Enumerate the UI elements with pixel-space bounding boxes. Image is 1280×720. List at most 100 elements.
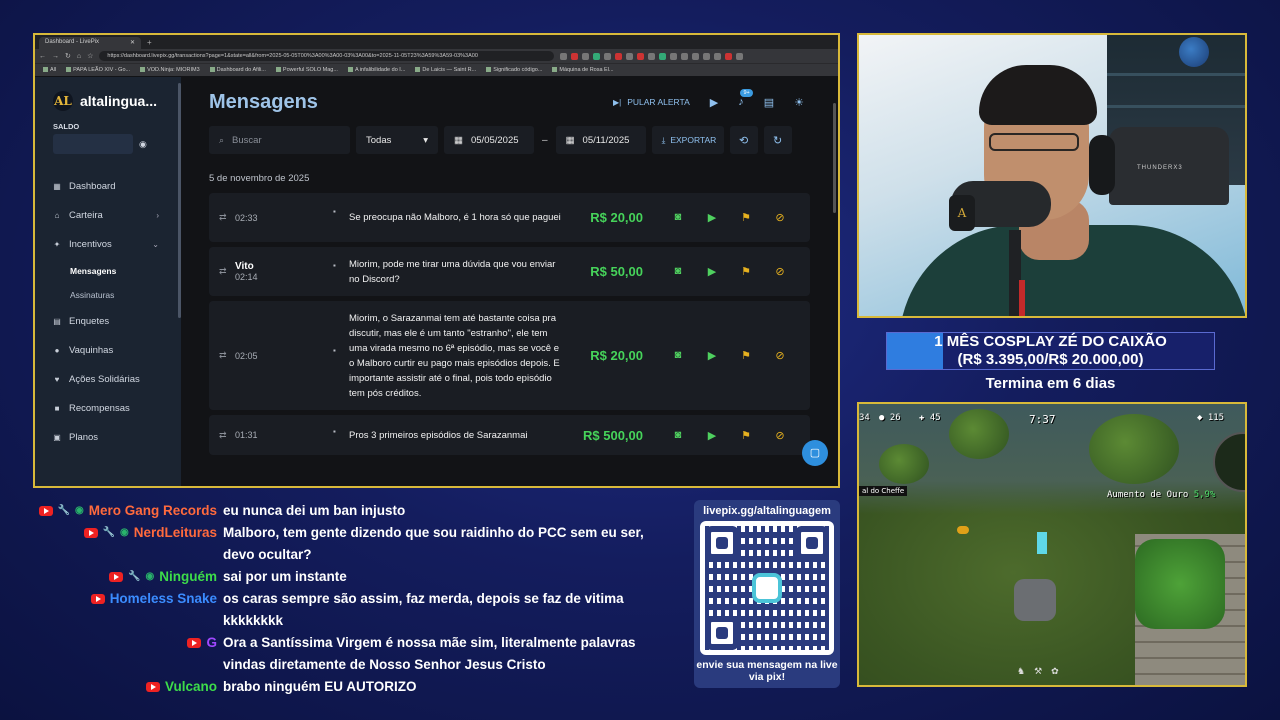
extension-icon[interactable] (571, 52, 579, 60)
message-row: ⇄ Vito 02:14 ▪ Miorim, pode me tirar uma… (209, 247, 810, 296)
sidebar-item-enquetes[interactable]: ▤ Enquetes (35, 307, 181, 336)
message-time: 02:05 (235, 350, 258, 361)
enemy-bee (957, 526, 969, 534)
flag-icon[interactable]: ⚑ (729, 211, 763, 224)
extension-icon[interactable] (615, 52, 623, 60)
bookmark-item[interactable]: Dashboard do Afili... (210, 67, 266, 73)
row-actions: ◙ ▶ ⚑ ⊘ (661, 349, 797, 362)
play-icon[interactable]: ▶ (695, 429, 729, 442)
extension-icon[interactable] (604, 52, 612, 60)
home-icon[interactable]: ⌂ (77, 53, 81, 60)
extension-icon[interactable] (560, 52, 568, 60)
sidebar-item-acoes-solidarias[interactable]: ♥ Ações Solidárias (35, 365, 181, 394)
sync-button[interactable]: ⟲ (729, 126, 758, 154)
refresh-button[interactable]: ↻ (763, 126, 792, 154)
play-icon[interactable]: ▶ (695, 211, 729, 224)
extension-icon[interactable] (703, 52, 711, 60)
hud-counter-b-value: 45 (929, 413, 941, 423)
close-tab-icon[interactable]: ✕ (130, 39, 135, 47)
bookmark-item[interactable]: Significado código... (486, 67, 542, 73)
chat-author[interactable]: Homeless Snake (110, 588, 217, 610)
sidebar-item-incentivos[interactable]: ✦ Incentivos ⌄ (35, 230, 181, 259)
skip-alert-button[interactable]: ▶| PULAR ALERTA (613, 97, 690, 107)
bookmark-item[interactable]: All (43, 67, 56, 73)
goal-amounts: (R$ 3.395,00/R$ 20.000,00) (957, 351, 1144, 368)
bookmark-item[interactable]: VOD.Ninja: MIORIM3 (140, 67, 200, 73)
extension-icon[interactable] (593, 52, 601, 60)
youtube-icon[interactable]: ▶ (710, 96, 718, 109)
extension-icon[interactable] (725, 52, 733, 60)
status-select[interactable]: Todas ▾ (356, 126, 438, 154)
bell-icon[interactable]: ♪ 9+ (738, 89, 753, 108)
bookmark-item[interactable]: A infalibilidade do I... (348, 67, 405, 73)
new-tab-icon[interactable]: + (147, 37, 152, 49)
extension-icon[interactable] (736, 52, 744, 60)
chat-author[interactable]: Ninguém (159, 566, 217, 588)
extension-icon[interactable] (714, 52, 722, 60)
sidebar-subitem-assinaturas[interactable]: Assinaturas (35, 283, 181, 307)
chat-message: G Ora a Santíssima Virgem é nossa mãe sim… (20, 632, 670, 676)
bookmark-item[interactable]: PAPA LEÃO XIV - Go... (66, 67, 130, 73)
bookmark-star-icon[interactable]: ☆ (87, 52, 93, 60)
export-button[interactable]: ⤓ EXPORTAR (651, 126, 724, 154)
extension-icon[interactable] (582, 52, 590, 60)
block-icon[interactable]: ⊘ (763, 211, 797, 224)
row-actions: ◙ ▶ ⚑ ⊘ (661, 429, 797, 442)
extension-icon[interactable] (670, 52, 678, 60)
live-chat: 🔧 ◉ Mero Gang Records eu nunca dei um ban i… (20, 500, 670, 698)
play-icon[interactable]: ▶ (695, 265, 729, 278)
sidebar-item-planos[interactable]: ▣ Planos (35, 423, 181, 452)
search-input[interactable]: ⌕ Buscar (209, 126, 350, 154)
extension-icon[interactable] (659, 52, 667, 60)
flag-icon[interactable]: ⚑ (729, 265, 763, 278)
brand[interactable]: AL altalingua... (35, 77, 181, 111)
browser-tab[interactable]: Dashboard - LivePix ✕ (39, 37, 141, 49)
theme-sun-icon[interactable]: ☀ (794, 96, 804, 109)
extension-icon[interactable] (637, 52, 645, 60)
tts-icon[interactable]: ◙ (661, 211, 695, 224)
extension-icon[interactable] (681, 52, 689, 60)
main-scrollbar[interactable] (833, 103, 836, 213)
sidebar-subitem-mensagens[interactable]: Mensagens (35, 259, 181, 283)
message-amount: R$ 50,00 (590, 264, 643, 279)
sidebar-item-vaquinhas[interactable]: ● Vaquinhas (35, 336, 181, 365)
sidebar-item-recompensas[interactable]: ■ Recompensas (35, 394, 181, 423)
url-input[interactable]: https://dashboard.livepix.gg/transaction… (99, 51, 555, 61)
download-icon: ⤓ (661, 134, 666, 145)
chat-author[interactable]: G (206, 632, 217, 654)
bookmark-item[interactable]: Powerful SOLO Mag... (276, 67, 338, 73)
date-from-picker[interactable]: ▦ 05/05/2025 (444, 126, 534, 154)
bookmark-item[interactable]: De Laicis — Saint R... (415, 67, 476, 73)
sidebar-item-carteira[interactable]: ⌂ Carteira › (35, 201, 181, 230)
tts-icon[interactable]: ◙ (661, 265, 695, 278)
block-icon[interactable]: ⊘ (763, 429, 797, 442)
saldo-row: ◉ (53, 134, 181, 154)
support-chat-button[interactable]: ▢ (802, 440, 828, 466)
flag-icon[interactable]: ⚑ (729, 429, 763, 442)
reload-icon[interactable]: ↻ (65, 52, 71, 60)
bookmark-item[interactable]: Máquina de Rosa El... (552, 67, 613, 73)
sidebar-item-dashboard[interactable]: ▦ Dashboard (35, 172, 181, 201)
layout-icon[interactable]: ▤ (764, 96, 774, 109)
tts-icon[interactable]: ◙ (661, 349, 695, 362)
game-tree (879, 444, 929, 484)
chat-author[interactable]: Vulcano (165, 676, 217, 698)
block-icon[interactable]: ⊘ (763, 265, 797, 278)
flag-icon[interactable]: ⚑ (729, 349, 763, 362)
extension-icon[interactable] (626, 52, 634, 60)
messages-list: ⇄ 02:33 ▪ Se preocupa não Malboro, é 1 h… (209, 193, 810, 455)
extension-icon[interactable] (648, 52, 656, 60)
eye-icon[interactable]: ◉ (139, 139, 147, 150)
shelf-board (1107, 105, 1245, 108)
block-icon[interactable]: ⊘ (763, 349, 797, 362)
date-to-picker[interactable]: ▦ 05/11/2025 (555, 126, 646, 154)
extension-icon[interactable] (692, 52, 700, 60)
tts-icon[interactable]: ◙ (661, 429, 695, 442)
back-icon[interactable]: ← (39, 53, 46, 60)
forward-icon[interactable]: → (52, 53, 59, 60)
chat-author[interactable]: Mero Gang Records (89, 500, 217, 522)
chevron-down-icon: ⌄ (152, 240, 159, 249)
play-icon[interactable]: ▶ (695, 349, 729, 362)
chat-author[interactable]: NerdLeituras (134, 522, 217, 544)
chat-message: Vulcano brabo ninguém EU AUTORIZO (20, 676, 670, 698)
